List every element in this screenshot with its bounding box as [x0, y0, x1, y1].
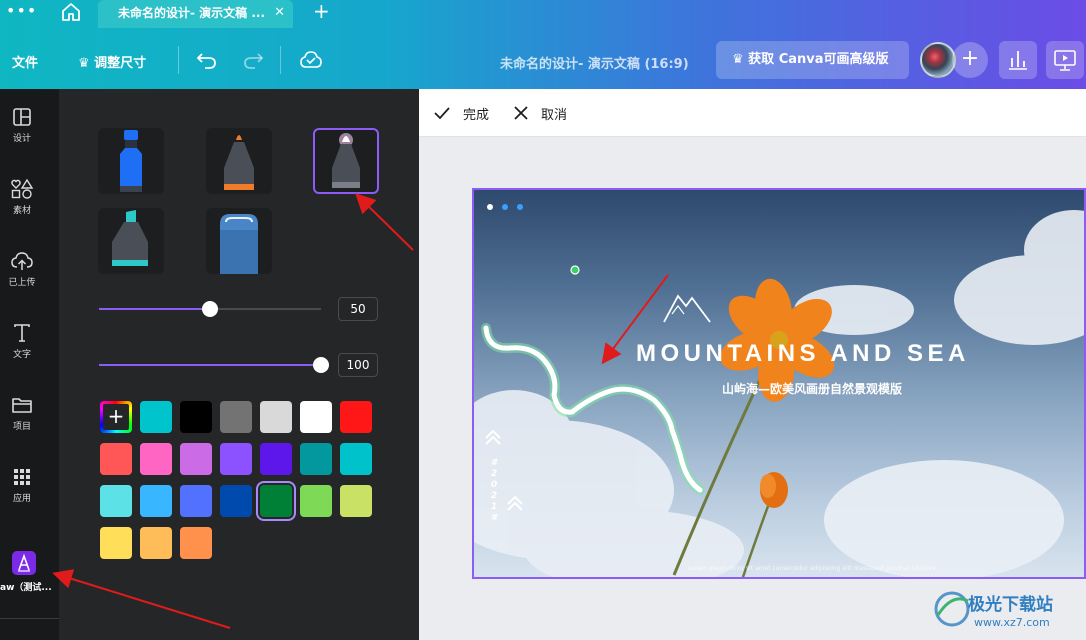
draw-app-button[interactable]	[12, 551, 36, 575]
watermark-name: 极光下载站	[968, 595, 1053, 615]
sidebar-item-apps[interactable]: 应用	[0, 467, 44, 527]
color-swatch[interactable]	[300, 485, 332, 517]
tab-title: 未命名的设计- 演示文稿 ...	[118, 6, 266, 20]
marker-pen-tool[interactable]	[98, 128, 164, 194]
cloud-saved-icon[interactable]	[299, 49, 323, 71]
tab-close-icon[interactable]: ✕	[274, 0, 285, 26]
pen-icon	[224, 135, 254, 190]
color-swatch[interactable]	[220, 401, 252, 433]
draw-edit-bar: 完成 取消	[419, 89, 1086, 137]
slide-title[interactable]: MOUNTAINS AND SEA	[636, 340, 970, 368]
cloud-upload-icon	[11, 252, 33, 270]
color-swatch[interactable]	[100, 485, 132, 517]
done-button[interactable]: 完成	[463, 104, 489, 123]
eraser-icon	[220, 214, 258, 274]
transparency-slider-fill	[99, 364, 321, 366]
shapes-icon	[11, 179, 33, 199]
add-member-button[interactable]: +	[952, 42, 988, 78]
cancel-button[interactable]: 取消	[541, 104, 567, 123]
sidebar-item-label: 素材	[12, 206, 31, 216]
avatar[interactable]	[920, 42, 956, 78]
resize-button[interactable]: ♛ 调整尺寸	[78, 52, 146, 71]
color-swatch[interactable]	[340, 485, 372, 517]
insights-button[interactable]	[999, 41, 1037, 79]
transparency-slider-thumb[interactable]	[313, 357, 329, 373]
toolbar-divider	[280, 46, 281, 74]
color-swatch[interactable]	[340, 443, 372, 475]
color-swatch[interactable]	[180, 527, 212, 559]
color-swatch[interactable]	[140, 443, 172, 475]
transparency-value-field[interactable]: 100	[338, 353, 378, 377]
file-menu-button[interactable]: 文件	[12, 52, 38, 71]
color-swatch[interactable]	[100, 527, 132, 559]
color-swatch[interactable]	[140, 527, 172, 559]
color-swatch[interactable]	[260, 401, 292, 433]
slide-canvas[interactable]: MOUNTAINS AND SEA 山屿海—欧美风画册自然景观模版 #2021#…	[472, 188, 1086, 579]
upgrade-button[interactable]: ♛ 获取 Canva可画高级版	[716, 41, 909, 79]
add-color-button[interactable]: +	[100, 401, 132, 433]
document-title[interactable]: 未命名的设计- 演示文稿 (16:9)	[500, 53, 689, 72]
slide-year[interactable]: #2021#	[488, 458, 500, 524]
highlighter-icon	[112, 210, 148, 266]
folder-icon	[12, 398, 32, 413]
color-swatch[interactable]	[300, 443, 332, 475]
bar-chart-icon	[1009, 51, 1027, 70]
sidebar-item-text[interactable]: 文字	[0, 323, 44, 383]
sidebar-item-label: 文字	[12, 350, 31, 360]
add-color-icon: +	[103, 404, 129, 430]
pen-tool[interactable]	[206, 128, 272, 194]
color-swatch[interactable]	[140, 485, 172, 517]
marker-icon	[120, 130, 142, 192]
color-swatch[interactable]	[220, 443, 252, 475]
sidebar-divider	[0, 618, 59, 619]
redo-icon[interactable]	[242, 50, 264, 70]
size-value-field[interactable]: 50	[338, 297, 378, 321]
undo-icon[interactable]	[196, 50, 218, 70]
eraser-tool[interactable]	[206, 208, 272, 274]
new-tab-button[interactable]: +	[313, 0, 330, 23]
slide-subtitle[interactable]: 山屿海—欧美风画册自然景观模版	[722, 380, 902, 397]
apps-grid-icon	[14, 469, 30, 485]
watermark-url: www.xz7.com	[974, 616, 1050, 629]
color-swatch[interactable]	[140, 401, 172, 433]
color-swatch[interactable]	[100, 443, 132, 475]
sidebar-item-label: 项目	[12, 422, 31, 432]
color-swatch[interactable]	[220, 485, 252, 517]
sidebar-item-label: 设计	[12, 134, 31, 144]
sidebar-item-label: 已上传	[8, 278, 36, 288]
menu-dots-icon[interactable]: •••	[6, 0, 37, 22]
size-slider-fill	[99, 308, 210, 310]
color-swatch[interactable]	[180, 443, 212, 475]
color-swatch[interactable]	[180, 401, 212, 433]
layout-icon	[13, 108, 31, 126]
highlighter-tool[interactable]	[98, 208, 164, 274]
close-icon[interactable]	[513, 105, 529, 121]
sidebar-item-design[interactable]: 设计	[0, 107, 44, 167]
color-swatch[interactable]	[256, 481, 296, 521]
sidebar-item-projects[interactable]: 项目	[0, 395, 44, 455]
glow-pen-tool[interactable]	[313, 128, 379, 194]
glow-pen-icon	[332, 133, 360, 188]
browser-tab-active[interactable]: 未命名的设计- 演示文稿 ... ✕	[98, 0, 293, 28]
top-bar: ••• 未命名的设计- 演示文稿 ... ✕ + 文件 ♛ 调整尺寸 未命名的设…	[0, 0, 1086, 89]
color-swatch[interactable]	[300, 401, 332, 433]
draw-app-icon	[18, 553, 30, 572]
color-swatch[interactable]	[260, 443, 292, 475]
home-icon[interactable]	[60, 2, 82, 22]
slide-footer-text[interactable]: Lorem ipsum dolor sit amet consectetur a…	[688, 565, 938, 572]
present-icon	[1054, 50, 1076, 71]
sidebar-item-uploads[interactable]: 已上传	[0, 251, 44, 311]
toolbar-divider	[178, 46, 179, 74]
draw-app-label[interactable]: aw（测试...	[0, 580, 52, 593]
check-icon[interactable]	[433, 105, 451, 121]
text-icon	[14, 324, 30, 342]
sidebar-item-label: 应用	[12, 494, 31, 504]
draw-panel: 50 100 +	[59, 89, 419, 640]
present-button[interactable]	[1046, 41, 1084, 79]
color-swatch[interactable]	[180, 485, 212, 517]
color-swatch[interactable]	[340, 401, 372, 433]
sidebar-item-elements[interactable]: 素材	[0, 179, 44, 239]
size-slider-thumb[interactable]	[202, 301, 218, 317]
browser-tab-strip: ••• 未命名的设计- 演示文稿 ... ✕ +	[0, 0, 1086, 28]
